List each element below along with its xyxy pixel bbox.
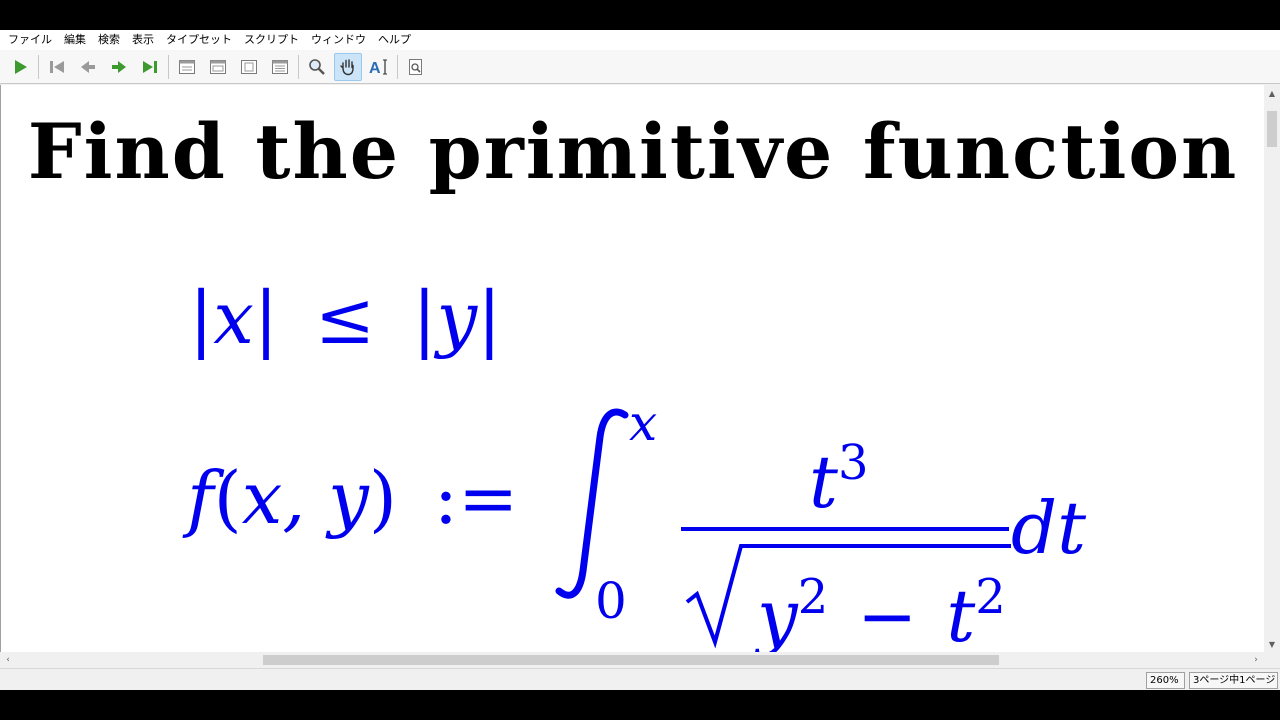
menu-script[interactable]: スクリプト [240,30,307,50]
toolbar-separator [38,54,39,79]
radicand-y: y [757,574,798,652]
first-page-button[interactable] [43,53,71,81]
pdf-page-view[interactable]: Find the primitive function |x| ≤ |y| f(… [0,85,1264,652]
radicand-y-exponent: 2 [797,569,829,625]
minus-operator: − [857,574,918,652]
first-page-icon [50,60,64,73]
previous-page-button[interactable] [74,53,102,81]
vertical-scrollbar[interactable]: ▲ ▼ [1264,85,1280,652]
facing-pages-icon [241,59,257,74]
condition-operator: ≤ [315,276,376,360]
hand-tool-icon [340,58,354,75]
scroll-down-icon[interactable]: ▼ [1264,636,1280,652]
single-page-icon [179,59,195,74]
zoom-level[interactable]: 260% [1146,672,1185,689]
paren-close: ) [368,456,397,540]
status-bar: 260% 3ページ中1ページ [0,668,1280,690]
page-indicator: 3ページ中1ページ [1189,672,1278,689]
continuous-page-icon [210,59,226,74]
radicand: y2 − t2 [757,557,1006,652]
fit-width-icon [272,59,288,74]
numerator-base: t [809,440,838,524]
single-page-button[interactable] [173,53,201,81]
radicand-t: t [946,574,976,652]
abs-bar: | [253,276,279,360]
typeset-button[interactable] [6,53,34,81]
hand-tool-button[interactable] [334,52,362,81]
toolbar-separator [168,54,169,79]
differential: dt [1011,486,1087,570]
last-page-icon [143,60,157,73]
abs-bar: | [189,276,214,360]
toolbar-separator [397,54,398,79]
radicand-t-exponent: 2 [975,569,1006,625]
menu-typeset[interactable]: タイプセット [162,30,240,50]
abs-bar: | [477,276,502,360]
scroll-up-icon[interactable]: ▲ [1264,85,1280,101]
document-title: Find the primitive function [27,107,1239,196]
scroll-right-icon[interactable]: › [1248,652,1264,668]
horizontal-scrollbar[interactable]: ‹ › [0,652,1264,668]
typeset-run-icon [15,59,27,74]
fit-width-button[interactable] [266,53,294,81]
magnify-button[interactable] [303,53,331,81]
menu-search[interactable]: 検索 [94,30,128,50]
paren-open: ( [213,456,242,540]
next-page-button[interactable] [105,53,133,81]
integral-upper-limit: x [629,394,658,452]
fraction-bar [681,527,1009,531]
continuous-page-button[interactable] [204,53,232,81]
function-args: x, y [241,456,369,540]
facing-pages-button[interactable] [235,53,263,81]
svg-text:A: A [369,60,381,77]
menu-help[interactable]: ヘルプ [374,30,419,50]
definition-lhs: f(x, y) := [187,453,518,543]
menu-edit[interactable]: 編集 [60,30,94,50]
magnify-icon [309,58,325,75]
condition-rhs: y [436,276,478,360]
assign-operator: := [433,456,519,540]
pdf-viewer-window: ファイル 編集 検索 表示 タイプセット スクリプト ウィンドウ ヘルプ A F… [0,30,1280,690]
menu-bar: ファイル 編集 検索 表示 タイプセット スクリプト ウィンドウ ヘルプ [0,30,1280,50]
toolbar-separator [298,54,299,79]
previous-page-icon [81,60,95,73]
text-select-icon: A [369,59,387,77]
integral-lower-limit: 0 [595,572,627,630]
next-page-icon [112,60,126,73]
horizontal-scroll-thumb[interactable] [263,655,999,665]
menu-window[interactable]: ウィンドウ [307,30,374,50]
find-icon [409,58,422,75]
vertical-scroll-thumb[interactable] [1267,111,1277,147]
last-page-button[interactable] [136,53,164,81]
condition-lhs: x [213,276,254,360]
text-select-button[interactable]: A [365,53,393,81]
abs-bar: | [412,276,437,360]
find-button[interactable] [402,53,430,81]
menu-view[interactable]: 表示 [128,30,162,50]
numerator-exponent: 3 [837,435,869,491]
menu-file[interactable]: ファイル [4,30,60,50]
scroll-left-icon[interactable]: ‹ [0,652,16,668]
fraction-numerator: t3 [809,423,868,522]
condition-formula: |x| ≤ |y| [189,273,501,363]
scrollbar-corner [1264,652,1280,668]
toolbar: A [0,50,1280,84]
function-name: f [187,456,214,540]
